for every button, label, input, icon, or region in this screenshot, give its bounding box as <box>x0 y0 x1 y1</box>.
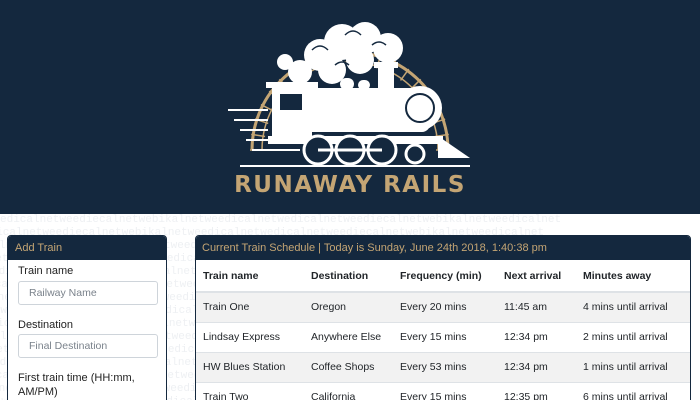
table-cell: Every 15 mins <box>393 381 497 400</box>
destination-label: Destination <box>18 319 74 331</box>
table-row: Lindsay Express Anywhere Else Every 15 min… <box>196 321 690 352</box>
table-cell: Coffee Shops <box>304 351 393 382</box>
column-header: Train name <box>196 260 304 293</box>
watermark-line: edicalnetweediecalnetwebikalnetweedicaln… <box>0 214 562 226</box>
table-cell: 11:45 am <box>497 291 576 322</box>
table-cell: Train One <box>196 291 304 322</box>
schedule-table: Train name Destination Frequency (min) N… <box>196 260 690 400</box>
table-cell: Anywhere Else <box>304 321 393 352</box>
table-cell: Every 15 mins <box>393 321 497 352</box>
column-header: Next arrival <box>497 260 576 293</box>
column-header: Minutes away <box>576 260 690 293</box>
header-banner: RUNAWAY RAILS <box>0 0 700 214</box>
rail-tie <box>399 68 410 81</box>
table-cell: 1 mins until arrival <box>576 351 690 382</box>
train-name-input[interactable] <box>18 281 158 305</box>
table-cell: California <box>304 381 393 400</box>
schedule-title: Current Train Schedule | Today is Sunday… <box>196 236 690 260</box>
table-cell: 12:34 pm <box>497 351 576 382</box>
table-cell: 6 mins until arrival <box>576 381 690 400</box>
column-header: Destination <box>304 260 393 293</box>
table-row: Train Two California Every 15 mins 12:35 pm… <box>196 381 690 400</box>
first-train-time-label: First train time (HH:mm, AM/PM) <box>18 372 135 398</box>
table-cell: Every 53 mins <box>393 351 497 382</box>
train-name-label: Train name <box>18 265 74 277</box>
table-cell: 4 mins until arrival <box>576 291 690 322</box>
table-cell: Train Two <box>196 381 304 400</box>
brand-title: RUNAWAY RAILS <box>234 172 466 198</box>
table-cell: HW Blues Station <box>196 351 304 382</box>
add-train-panel: Add Train Train name Destination First t… <box>7 235 167 400</box>
table-cell: 12:34 pm <box>497 321 576 352</box>
table-cell: Every 20 mins <box>393 291 497 322</box>
column-header: Frequency (min) <box>393 260 497 293</box>
table-cell: Oregon <box>304 291 393 322</box>
table-cell: Lindsay Express <box>196 321 304 352</box>
schedule-panel: Current Train Schedule | Today is Sunday… <box>195 235 691 400</box>
table-cell: 12:35 pm <box>497 381 576 400</box>
add-train-title: Add Train <box>8 236 166 260</box>
destination-input[interactable] <box>18 334 158 358</box>
table-cell: 2 mins until arrival <box>576 321 690 352</box>
table-row: Train One Oregon Every 20 mins 11:45 am 4 mi… <box>196 291 690 322</box>
table-row: HW Blues Station Coffee Shops Every 53 min… <box>196 351 690 382</box>
table-header-row: Train name Destination Frequency (min) N… <box>196 260 690 293</box>
